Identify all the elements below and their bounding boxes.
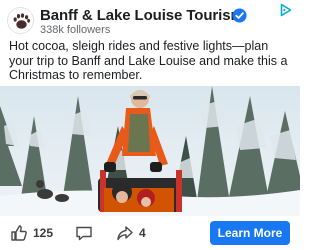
adchoices-icon[interactable]	[280, 3, 292, 17]
page-avatar[interactable]	[7, 7, 34, 34]
dogsled-winter-photo	[0, 86, 300, 216]
social-ad-unit: Banff & Lake Louise Tourism 338k followe…	[0, 0, 300, 250]
post-header: Banff & Lake Louise Tourism 338k followe…	[6, 3, 294, 36]
share-arrow-icon	[117, 226, 133, 241]
engagement-bar: 125 4 Learn More	[0, 216, 300, 250]
page-name[interactable]: Banff & Lake Louise Tourism	[40, 7, 244, 24]
share-button[interactable]: 4	[116, 223, 146, 243]
learn-more-button[interactable]: Learn More	[210, 221, 290, 245]
verified-badge-icon	[232, 8, 247, 23]
post-message: Hot cocoa, sleigh rides and festive ligh…	[9, 39, 288, 83]
ad-photo[interactable]	[0, 86, 300, 216]
comment-button[interactable]	[75, 223, 93, 243]
share-count: 4	[139, 226, 146, 240]
thumbs-up-icon	[11, 225, 27, 241]
bear-paw-logo-icon	[8, 8, 33, 33]
like-button[interactable]: 125	[10, 223, 53, 243]
follower-count: 338k followers	[40, 24, 111, 36]
like-count: 125	[33, 226, 54, 240]
comment-icon	[76, 226, 92, 241]
